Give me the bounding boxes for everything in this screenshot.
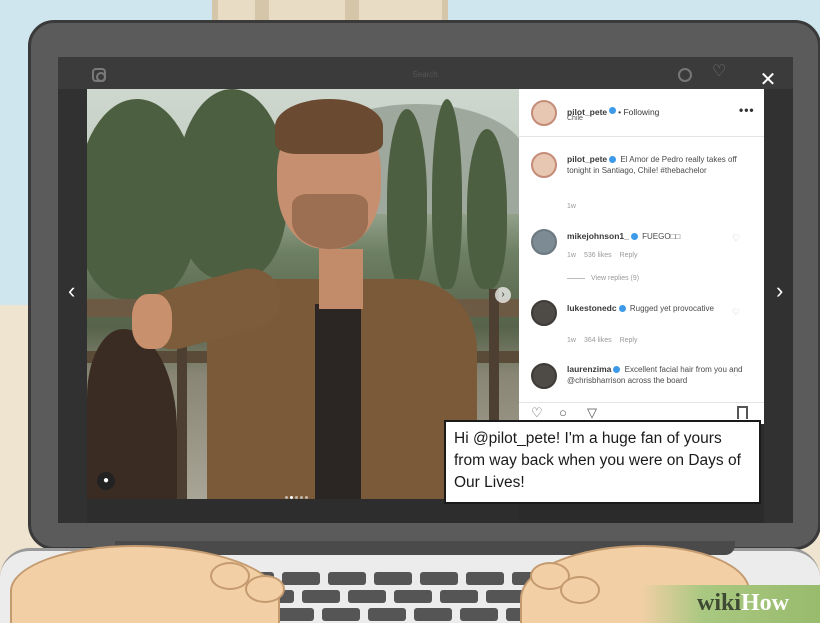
key bbox=[282, 572, 320, 585]
key bbox=[466, 572, 504, 585]
comment-text: Rugged yet provocative bbox=[629, 304, 714, 313]
close-icon[interactable]: ✕ bbox=[758, 70, 778, 90]
comment-meta: 1w 536 likes Reply bbox=[567, 252, 646, 259]
view-replies-button[interactable]: View replies (9) bbox=[567, 275, 639, 282]
wikihow-watermark: wikiHow bbox=[697, 589, 789, 617]
comment-author[interactable]: laurenzima bbox=[567, 364, 611, 374]
comment: lukestonedc Rugged yet provocative bbox=[567, 303, 745, 314]
watermark-wiki: wiki bbox=[697, 590, 742, 616]
chevron-right-icon[interactable]: › bbox=[776, 280, 783, 302]
comment-time: 1w bbox=[567, 337, 576, 344]
post-actions: ♡ ○ ▽ bbox=[519, 402, 764, 422]
following-button[interactable]: • Following bbox=[618, 107, 659, 117]
key bbox=[348, 590, 386, 603]
message-callout: Hi @pilot_pete! I'm a huge fan of yours … bbox=[444, 420, 761, 504]
comment-author[interactable]: mikejohnson1_ bbox=[567, 231, 629, 241]
comment-panel: pilot_pete • Following Chile ••• pilot_pe… bbox=[519, 89, 764, 424]
instagram-logo-icon[interactable] bbox=[92, 68, 106, 82]
key bbox=[276, 608, 314, 621]
modal-backdrop-right bbox=[764, 89, 793, 523]
left-finger bbox=[210, 562, 250, 590]
comment-icon[interactable]: ○ bbox=[559, 406, 573, 420]
comment: mikejohnson1_ FUEGO□□ bbox=[567, 231, 745, 242]
key bbox=[486, 590, 524, 603]
heart-icon[interactable]: ♡ bbox=[732, 307, 740, 318]
search-input[interactable]: Search bbox=[370, 68, 480, 82]
key bbox=[414, 608, 452, 621]
comment-likes[interactable]: 536 likes bbox=[584, 252, 612, 259]
caption-timestamp: 1w bbox=[567, 203, 576, 210]
avatar[interactable] bbox=[531, 152, 557, 178]
photo-neck bbox=[319, 249, 363, 309]
user-tag-icon[interactable]: ● bbox=[97, 472, 115, 490]
key bbox=[420, 572, 458, 585]
verified-icon bbox=[609, 107, 617, 115]
caption-time: 1w bbox=[567, 203, 584, 210]
more-options-icon[interactable]: ••• bbox=[739, 103, 755, 117]
share-icon[interactable]: ▽ bbox=[587, 406, 601, 420]
verified-icon bbox=[618, 305, 626, 313]
post-header: pilot_pete • Following Chile ••• bbox=[519, 89, 764, 137]
photo-tree bbox=[432, 99, 462, 289]
watermark-how: How bbox=[741, 590, 790, 616]
comment-author[interactable]: lukestonedc bbox=[567, 303, 617, 313]
photo-hand bbox=[132, 294, 172, 349]
avatar[interactable] bbox=[531, 300, 557, 326]
photo-shirt bbox=[315, 304, 361, 499]
comment: laurenzima Excellent facial hair from yo… bbox=[567, 364, 745, 386]
modal-backdrop-left bbox=[58, 89, 87, 523]
message-text: Hi @pilot_pete! I'm a huge fan of yours … bbox=[454, 430, 741, 491]
caption: pilot_pete El Amor de Pedro really takes… bbox=[567, 154, 745, 176]
heart-icon[interactable]: ♡ bbox=[732, 233, 740, 244]
verified-icon bbox=[609, 156, 617, 164]
right-finger bbox=[560, 576, 600, 604]
post-location[interactable]: Chile bbox=[567, 115, 583, 122]
key bbox=[374, 572, 412, 585]
key bbox=[322, 608, 360, 621]
reply-button[interactable]: Reply bbox=[620, 252, 638, 259]
reply-button[interactable]: Reply bbox=[620, 337, 638, 344]
avatar[interactable] bbox=[531, 363, 557, 389]
comment-likes[interactable]: 364 likes bbox=[584, 337, 612, 344]
comment-time: 1w bbox=[567, 252, 576, 259]
photo-tree bbox=[467, 129, 507, 289]
key bbox=[368, 608, 406, 621]
avatar[interactable] bbox=[531, 229, 557, 255]
photo-dots bbox=[285, 486, 310, 499]
caption-author[interactable]: pilot_pete bbox=[567, 154, 607, 164]
activity-heart-icon[interactable]: ♡ bbox=[712, 64, 726, 80]
key bbox=[394, 590, 432, 603]
heart-icon[interactable]: ♡ bbox=[732, 368, 740, 379]
bookmark-icon[interactable] bbox=[737, 406, 748, 419]
like-heart-icon[interactable]: ♡ bbox=[531, 406, 545, 420]
photo-tree bbox=[387, 109, 427, 289]
photo-hair bbox=[275, 99, 383, 154]
photo-beard bbox=[292, 194, 368, 249]
verified-icon bbox=[630, 233, 638, 241]
key bbox=[328, 572, 366, 585]
key bbox=[302, 590, 340, 603]
chevron-left-icon[interactable]: ‹ bbox=[68, 280, 75, 302]
photo-tree bbox=[177, 89, 287, 279]
key bbox=[460, 608, 498, 621]
photo-next-icon[interactable]: › bbox=[495, 287, 511, 303]
verified-icon bbox=[613, 366, 621, 374]
explore-icon[interactable] bbox=[678, 68, 692, 82]
comment-text: FUEGO□□ bbox=[642, 232, 681, 241]
avatar[interactable] bbox=[531, 100, 557, 126]
left-finger bbox=[245, 575, 285, 603]
comment-meta: 1w 364 likes Reply bbox=[567, 337, 646, 344]
view-replies-label: View replies (9) bbox=[591, 275, 640, 282]
key bbox=[440, 590, 478, 603]
